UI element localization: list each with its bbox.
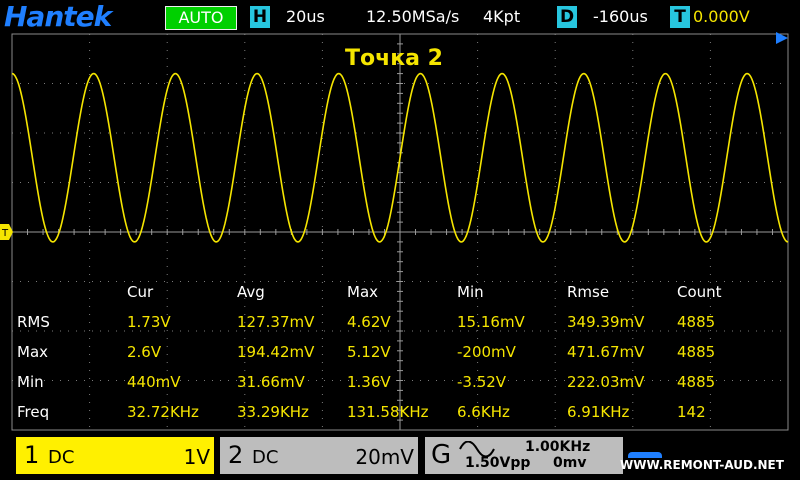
- measurement-cell: 142: [677, 403, 706, 421]
- channel1-number: 1: [24, 441, 40, 469]
- trigger-level-marker[interactable]: T: [0, 222, 14, 242]
- oscilloscope-screen: Hantek AUTO H 20us 12.50MSa/s 4Kpt D -16…: [0, 0, 800, 480]
- measurement-cell: 440mV: [127, 373, 181, 391]
- measurement-cell: 471.67mV: [567, 343, 645, 361]
- measurement-cell: 1.73V: [127, 313, 171, 331]
- sample-rate-value: 12.50MSa/s: [366, 7, 460, 26]
- measurement-cell: 222.03mV: [567, 373, 645, 391]
- measurement-cell: 32.72KHz: [127, 403, 199, 421]
- timebase-value[interactable]: 20us: [286, 6, 325, 28]
- channel2-number: 2: [228, 441, 244, 469]
- measurement-cell: 6.6KHz: [457, 403, 510, 421]
- status-bar: Hantek AUTO H 20us 12.50MSa/s 4Kpt D -16…: [0, 0, 800, 34]
- measurement-cell: 4885: [677, 343, 716, 361]
- measurement-column-header: Avg: [237, 283, 265, 301]
- channel1-scale: 1V: [183, 445, 210, 469]
- measurement-column-header: Max: [347, 283, 379, 301]
- measurement-cell: 6.91KHz: [567, 403, 630, 421]
- measurement-cell: 4885: [677, 373, 716, 391]
- screen-title: Точка 2: [345, 46, 443, 71]
- generator-label: G: [431, 440, 452, 470]
- measurement-cell: 131.58KHz: [347, 403, 429, 421]
- measurement-cell: 31.66mV: [237, 373, 305, 391]
- measurement-cell: 2.6V: [127, 343, 162, 361]
- generator-offset: 0mv: [553, 455, 587, 471]
- watermark: WWW.REMONT-AUD.NET: [620, 458, 784, 472]
- d-badge: D: [557, 6, 577, 28]
- measurement-column-header: Min: [457, 283, 484, 301]
- measurement-cell: 15.16mV: [457, 313, 525, 331]
- generator-panel[interactable]: G 1.00KHz 1.50Vpp 0mv: [425, 437, 623, 474]
- measurement-row-label: Freq: [17, 403, 50, 421]
- run-mode-badge[interactable]: AUTO: [165, 6, 237, 30]
- measurement-cell: 5.12V: [347, 343, 391, 361]
- t-badge: T: [670, 6, 690, 28]
- graticule: [11, 32, 789, 431]
- generator-amplitude: 1.50Vpp: [465, 455, 531, 471]
- brand-logo: Hantek: [4, 0, 112, 33]
- channel1-coupling: DC: [48, 447, 75, 468]
- measurement-row-label: Min: [17, 373, 44, 391]
- measurement-column-header: Count: [677, 283, 722, 301]
- measurement-cell: 33.29KHz: [237, 403, 309, 421]
- measurement-row-label: RMS: [17, 313, 50, 331]
- measurement-column-header: Cur: [127, 283, 154, 301]
- h-badge: H: [250, 6, 270, 28]
- measurement-row-label: Max: [17, 343, 49, 361]
- generator-frequency: 1.00KHz: [525, 439, 591, 455]
- measurement-cell: -200mV: [457, 343, 516, 361]
- trigger-level-value[interactable]: 0.000V: [693, 6, 750, 28]
- trigger-marker-label: T: [1, 228, 9, 239]
- channel2-panel[interactable]: 2 DC 20mV: [220, 437, 418, 474]
- measurement-cell: 1.36V: [347, 373, 391, 391]
- channel2-coupling: DC: [252, 447, 279, 468]
- measurement-cell: 349.39mV: [567, 313, 645, 331]
- channel1-panel[interactable]: 1 DC 1V: [16, 437, 214, 474]
- measurement-cell: 127.37mV: [237, 313, 315, 331]
- measurement-cell: 194.42mV: [237, 343, 315, 361]
- measurement-cell: 4.62V: [347, 313, 391, 331]
- delay-value[interactable]: -160us: [593, 6, 648, 28]
- memory-depth-value: 4Kpt: [483, 7, 521, 26]
- measurement-column-header: Rmse: [567, 283, 610, 301]
- channel2-scale: 20mV: [355, 445, 414, 469]
- measurement-cell: 4885: [677, 313, 716, 331]
- measurement-cell: -3.52V: [457, 373, 507, 391]
